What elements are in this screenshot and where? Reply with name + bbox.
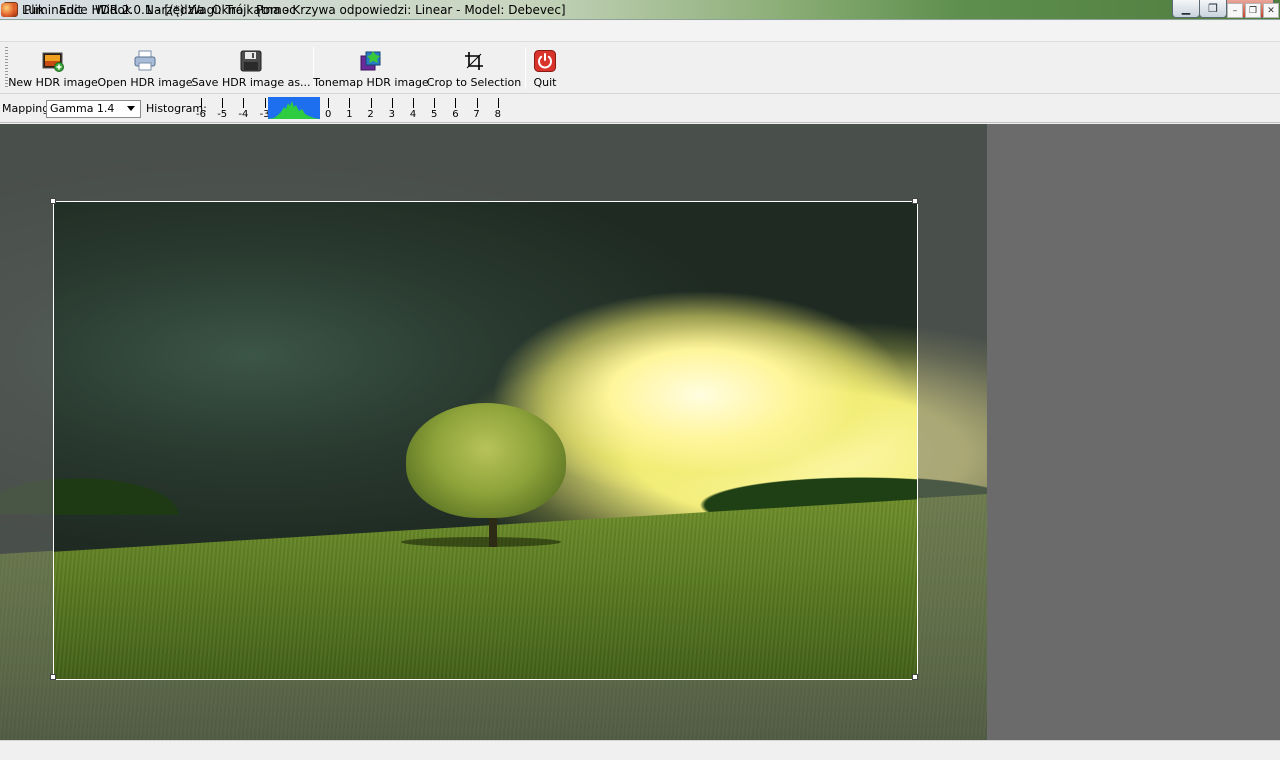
histogram-tick-label: 6	[452, 109, 459, 120]
histogram-tick	[370, 98, 372, 108]
histogram-tick	[413, 98, 414, 108]
histogram-tick-label: 3	[388, 109, 395, 120]
histogram-tick	[455, 98, 457, 108]
toolbar-separator	[525, 47, 526, 89]
crop-handle-bottom-right[interactable]	[912, 674, 918, 680]
histogram-tick-label: -6	[196, 109, 206, 120]
menu-okna[interactable]: Okna	[212, 3, 243, 17]
open-hdr-label: Open HDR image	[97, 76, 193, 89]
crop-selection[interactable]	[53, 201, 918, 680]
histogram-tick-label: 1	[346, 109, 353, 120]
document-icon[interactable]	[1, 3, 15, 17]
crop-label: Crop to Selection	[426, 76, 522, 89]
save-hdr-label: Save HDR image as...	[191, 76, 311, 89]
histogram-selection[interactable]	[268, 97, 320, 119]
histogram-tick-label: -4	[238, 109, 249, 120]
histogram-tick	[391, 98, 393, 108]
maximize-button[interactable]: ❐	[1199, 0, 1227, 18]
histogram-tick-label: 8	[494, 109, 501, 120]
histogram-tick-label: 5	[431, 109, 438, 120]
chevron-down-icon[interactable]	[127, 106, 135, 111]
histogram-tick	[434, 98, 436, 108]
histogram-tick-label: 4	[409, 109, 417, 120]
tonemap-icon	[360, 50, 382, 72]
histogram-tick	[243, 98, 245, 108]
menu-edit[interactable]: Edit	[59, 3, 82, 17]
histogram-tick	[264, 98, 266, 108]
crop-handle-bottom-left[interactable]	[50, 674, 56, 680]
mdi-restore-button[interactable]: ❐	[1245, 3, 1261, 18]
mdi-close-button[interactable]: ✕	[1263, 3, 1279, 18]
histogram-widget[interactable]: -6-5-4-3-2-1012345678	[196, 96, 501, 122]
tonemap-label: Tonemap HDR image	[313, 76, 429, 89]
histogram-tick-label: -5	[217, 109, 228, 120]
menu-plik[interactable]: Plik	[24, 3, 45, 17]
histogram-tick-label: 7	[473, 109, 480, 120]
menu-bar	[0, 21, 1280, 42]
menu-pomoc[interactable]: Pomoc	[256, 3, 296, 17]
crop-icon	[463, 50, 485, 72]
new-image-icon	[42, 50, 64, 72]
menu-widok[interactable]: Widok	[95, 3, 132, 17]
quit-label: Quit	[533, 76, 557, 89]
crop-selection-button[interactable]: Crop to Selection	[426, 47, 522, 91]
histogram-tick	[201, 98, 202, 108]
histogram-tick	[476, 98, 478, 108]
histogram-tick	[328, 98, 330, 108]
open-hdr-button[interactable]: Open HDR image	[97, 47, 193, 91]
save-hdr-button[interactable]: Save HDR image as...	[191, 47, 311, 91]
menu-narzedzia[interactable]: Narzędzia	[145, 3, 205, 17]
selected-image-region	[54, 202, 917, 679]
minimize-button[interactable]: ▁	[1172, 0, 1200, 18]
histogram-tick	[497, 98, 499, 108]
histogram-tick-label: 2	[367, 109, 374, 120]
new-hdr-label: New HDR image	[8, 76, 98, 89]
histogram-tick	[349, 98, 351, 108]
status-bar	[0, 740, 1280, 760]
histogram-tick	[222, 98, 224, 108]
power-icon	[534, 50, 556, 72]
tonemap-hdr-button[interactable]: Tonemap HDR image	[313, 47, 429, 91]
new-hdr-button[interactable]: New HDR image	[8, 47, 98, 91]
open-printer-icon	[134, 50, 156, 72]
crop-handle-top-right[interactable]	[912, 198, 918, 204]
quit-button[interactable]: Quit	[530, 47, 560, 91]
crop-handle-top-left[interactable]	[50, 198, 56, 204]
histogram-tick-label: 0	[325, 109, 332, 120]
save-disk-icon	[240, 50, 262, 72]
mdi-minimize-button[interactable]: –	[1227, 3, 1243, 18]
